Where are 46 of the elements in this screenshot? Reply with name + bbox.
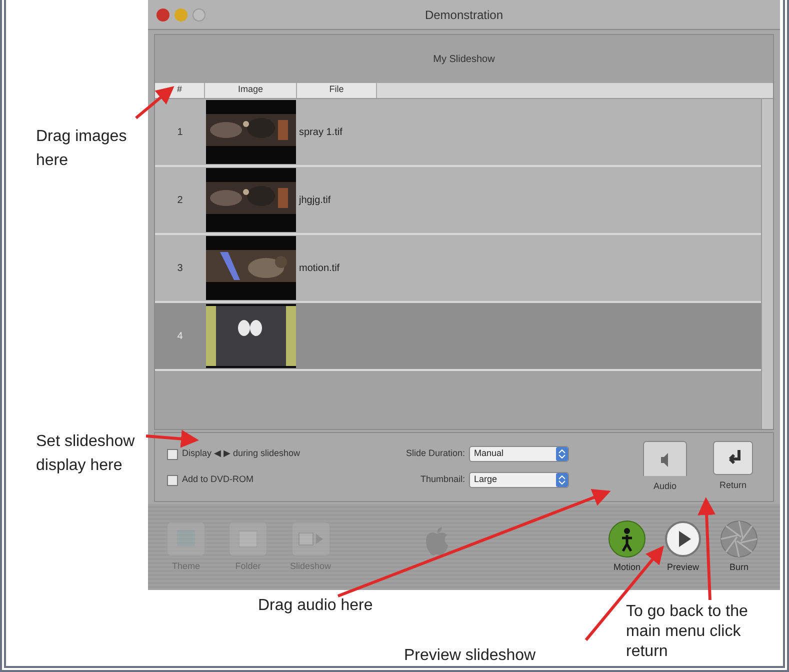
annotation-text: To go back to the main menu click return: [626, 602, 749, 662]
close-button[interactable]: [156, 8, 170, 22]
file-name: spray 1.tif: [299, 126, 342, 140]
arrow: [135, 86, 174, 120]
preview-button[interactable]: Preview: [664, 520, 702, 574]
table-row[interactable]: 1 spray 1.tif: [155, 99, 761, 167]
return-icon: [713, 441, 753, 475]
row-number: 4: [176, 330, 184, 344]
file-name: jhgjg.tif: [299, 194, 331, 208]
stepper-icon: [556, 473, 568, 487]
stepper-icon: [556, 447, 568, 461]
row-number: 1: [176, 126, 184, 140]
table-row[interactable]: 2 jhgjg.tif: [155, 167, 761, 235]
slides-icon: [290, 520, 331, 557]
checkbox-label: Display ◀ ▶ during slideshow: [182, 447, 300, 460]
window-title: Demonstration: [424, 8, 504, 22]
folder-icon: [228, 520, 268, 557]
annotation-text: Preview slideshow: [404, 646, 536, 666]
motion-button[interactable]: Motion: [608, 520, 646, 574]
scroll-bar[interactable]: [761, 99, 773, 429]
checkbox[interactable]: [167, 448, 178, 460]
file-name: motion.tif: [299, 262, 340, 276]
zoom-button[interactable]: [192, 8, 206, 22]
walking-figure-icon: [608, 520, 646, 558]
checkbox-label: Add to DVD-ROM: [182, 473, 254, 486]
annotation-text: Set slideshow display here: [36, 432, 136, 476]
return-button[interactable]: Return: [713, 441, 753, 493]
arrow: [146, 430, 199, 448]
dropdown[interactable]: Large: [469, 472, 569, 488]
speaker-icon: [643, 441, 687, 476]
select-label: Thumbnail:: [420, 473, 465, 486]
annotation-text: Drag images here: [36, 127, 128, 171]
column-header[interactable]: Image: [205, 83, 297, 98]
column-header[interactable]: File: [297, 83, 377, 98]
slideshow-title: My Slideshow: [433, 52, 495, 66]
aperture-icon: [720, 520, 758, 558]
audio-button[interactable]: Audio: [643, 441, 687, 493]
row-number: 2: [176, 194, 184, 208]
annotation-text: Drag audio here: [258, 596, 373, 616]
table-row[interactable]: 3 motion.tif: [155, 235, 761, 303]
row-number: 3: [176, 262, 184, 276]
play-icon: [664, 520, 702, 558]
dropdown[interactable]: Manual: [469, 446, 569, 462]
burn-button[interactable]: Burn: [720, 520, 758, 574]
select-label: Slide Duration:: [406, 447, 465, 460]
checkbox[interactable]: [167, 474, 178, 486]
